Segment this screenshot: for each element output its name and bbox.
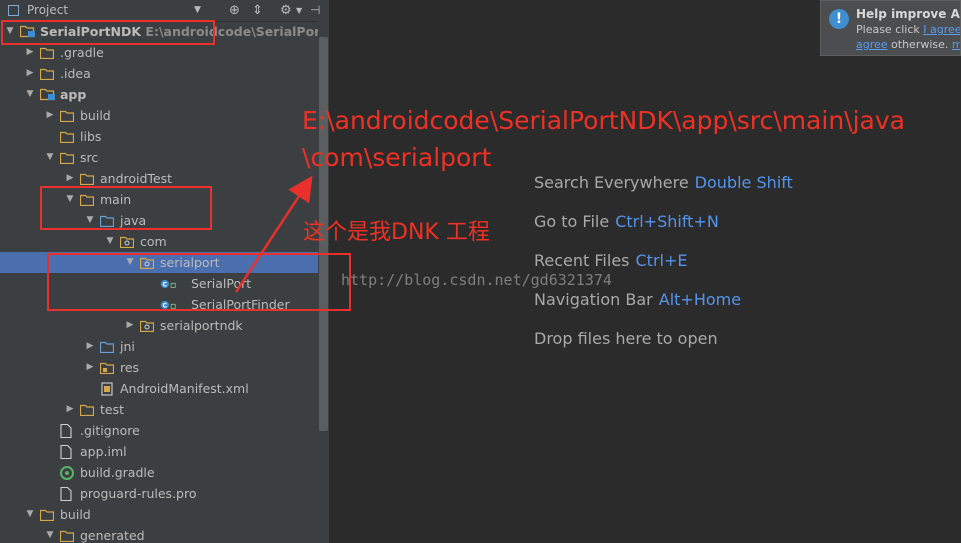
annotation-path-line-2: \com\serialport <box>302 143 492 172</box>
annotation-project-note: 这个是我DNK 工程 <box>303 220 490 245</box>
watermark: http://blog.csdn.net/gd6321374 <box>341 271 612 289</box>
annotation-arrow-line <box>234 175 313 293</box>
annotation-path-line-1: E:\androidcode\SerialPortNDK\app\src\mai… <box>302 106 905 135</box>
